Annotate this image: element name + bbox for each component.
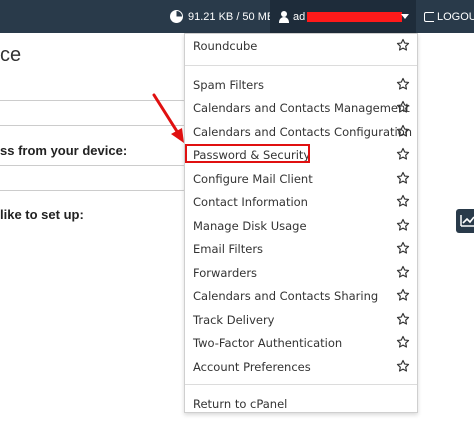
annotation-arrow [152, 93, 184, 143]
